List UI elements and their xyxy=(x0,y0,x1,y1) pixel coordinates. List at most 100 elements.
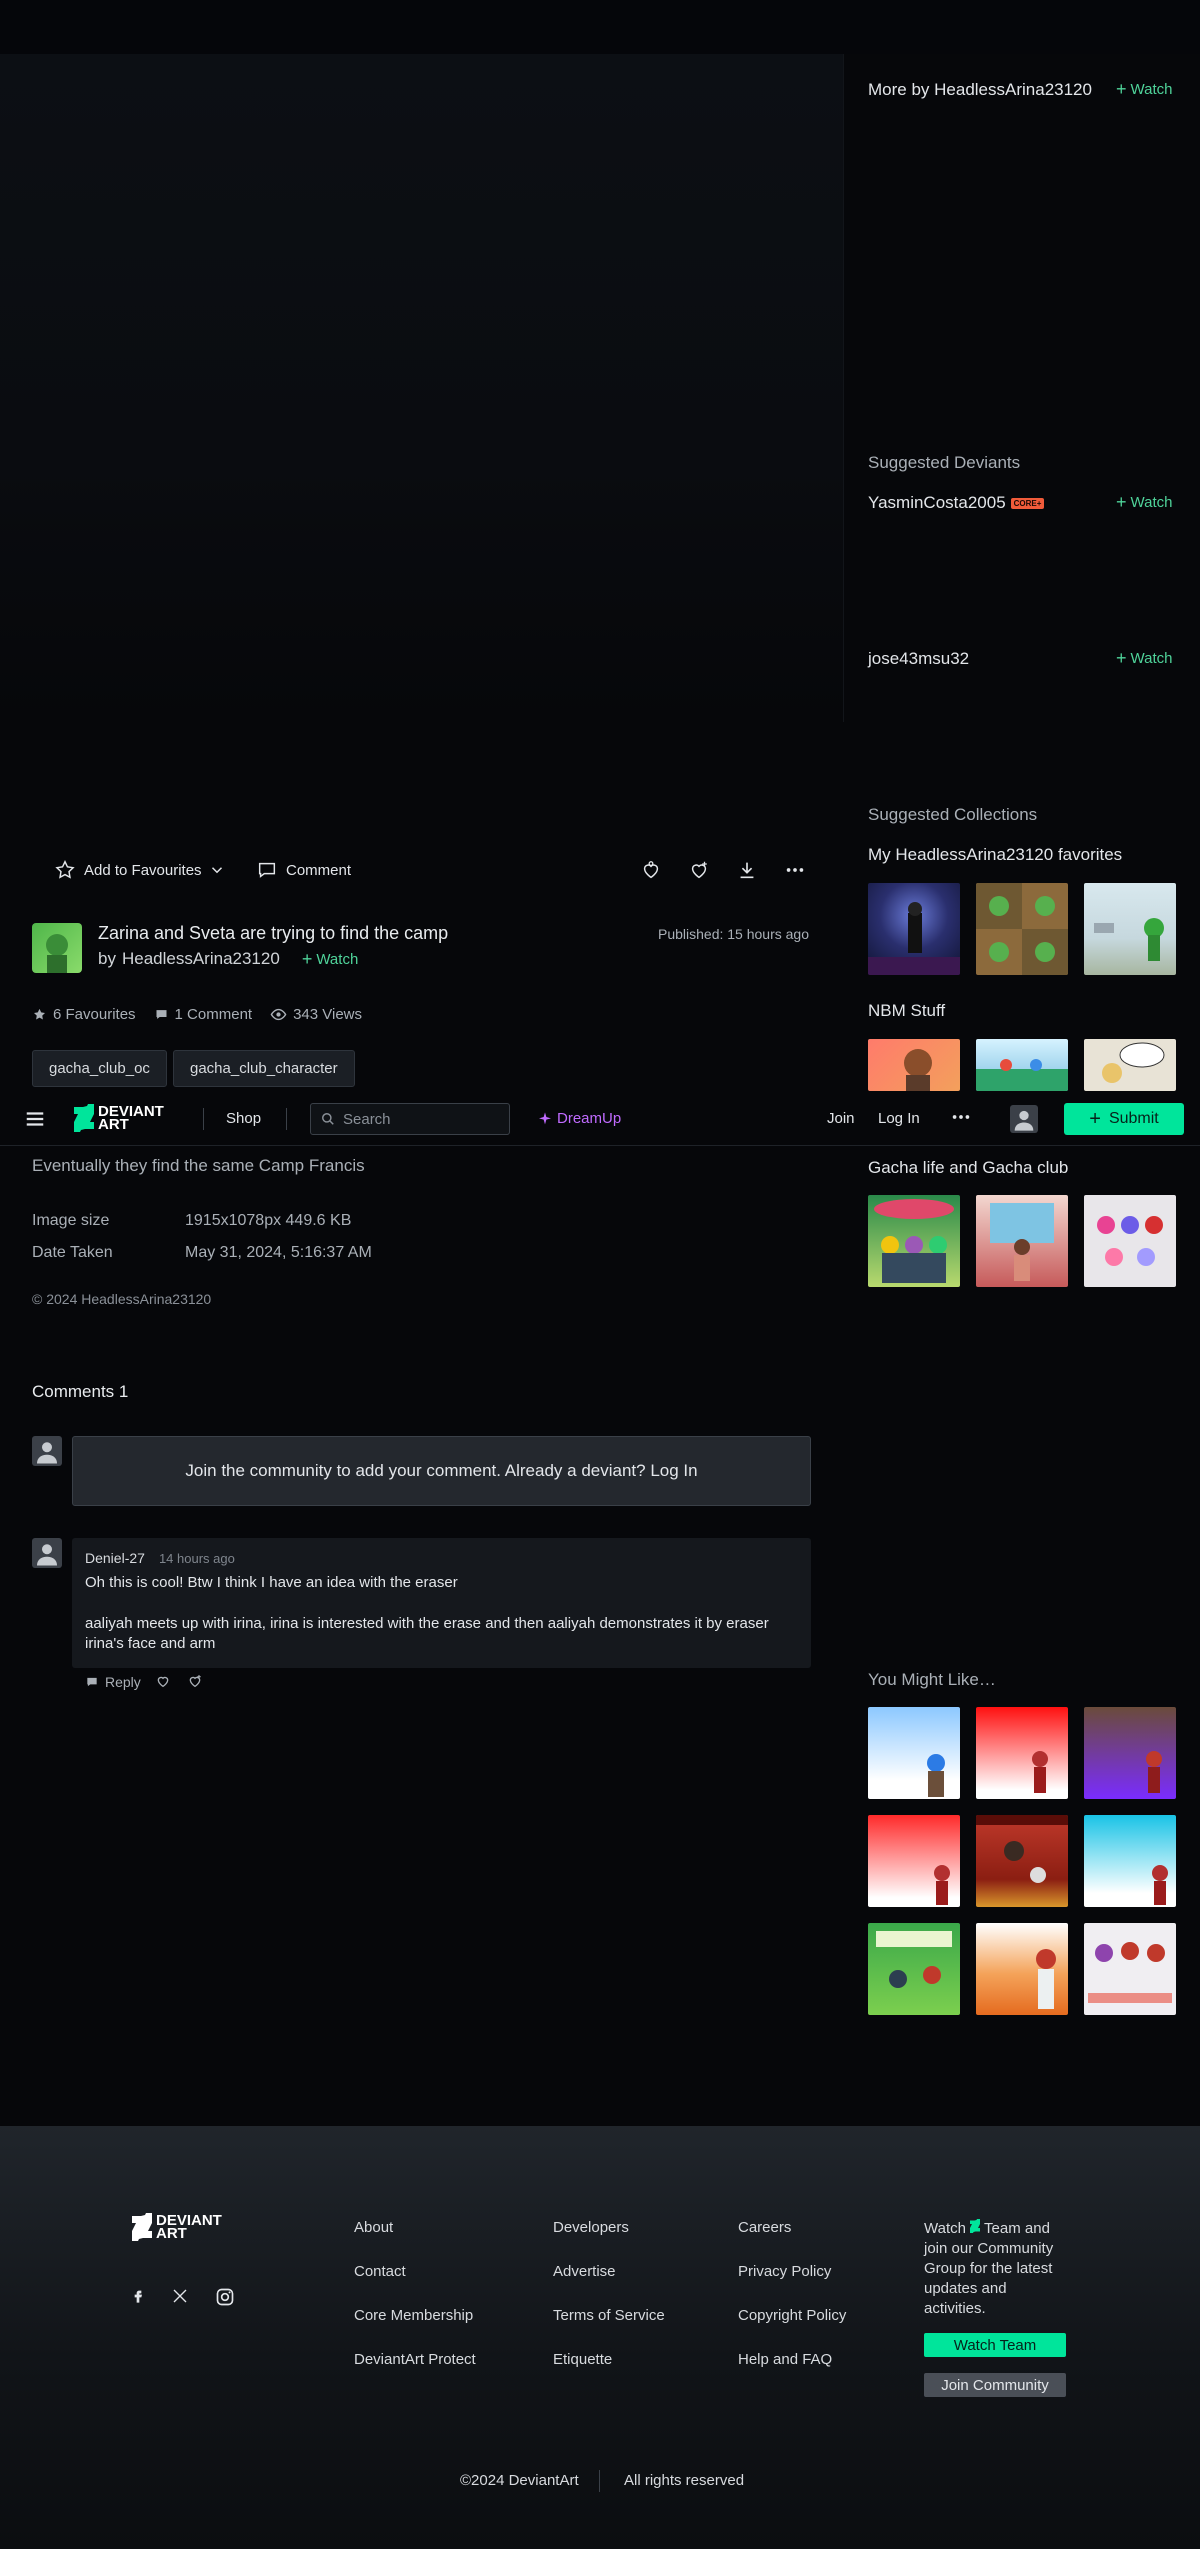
x-twitter-link[interactable] xyxy=(172,2288,188,2308)
footer-etiquette[interactable]: Etiquette xyxy=(553,2351,612,2368)
footer-contact[interactable]: Contact xyxy=(354,2263,406,2280)
nav-divider xyxy=(286,1108,287,1130)
commenter-avatar[interactable] xyxy=(32,1538,62,1568)
join-community-button[interactable]: Join Community xyxy=(924,2373,1066,2397)
footer-deviantart-protect[interactable]: DeviantArt Protect xyxy=(354,2351,476,2368)
submit-button[interactable]: + Submit xyxy=(1064,1103,1184,1135)
suggestion-thumb-7[interactable] xyxy=(868,1923,960,2015)
download-button[interactable] xyxy=(736,859,758,885)
suggestion-thumb-8[interactable] xyxy=(976,1923,1068,2015)
footer-core-membership[interactable]: Core Membership xyxy=(354,2307,473,2324)
dreamup-link[interactable]: DreamUp xyxy=(537,1110,621,1127)
deviantart-logo-icon xyxy=(132,2213,152,2241)
collection-3-thumb-3[interactable] xyxy=(1084,1195,1176,1287)
comment-icon xyxy=(156,1010,167,1019)
download-icon xyxy=(740,862,754,879)
footer-careers[interactable]: Careers xyxy=(738,2219,791,2236)
suggestion-thumb-4[interactable] xyxy=(868,1815,960,1907)
footer-privacy[interactable]: Privacy Policy xyxy=(738,2263,831,2280)
heart-plus-icon xyxy=(189,1675,201,1688)
deviation-image-stage[interactable] xyxy=(0,54,843,722)
collection-1-thumb-3[interactable] xyxy=(1084,883,1176,975)
comment-line-2: aaliyah meets up with irina, irina is in… xyxy=(85,1615,769,1652)
footer-copyright-policy[interactable]: Copyright Policy xyxy=(738,2307,846,2324)
group-characters-icon xyxy=(874,1199,954,1283)
add-to-favourites-button[interactable]: Add to Favourites xyxy=(54,859,202,881)
group-characters-icon xyxy=(1088,1942,1172,2003)
menu-button[interactable] xyxy=(24,1108,46,1134)
footer-help[interactable]: Help and FAQ xyxy=(738,2351,832,2368)
heart-plus-icon xyxy=(691,861,707,879)
collection-2-thumb-2[interactable] xyxy=(976,1039,1068,1091)
author-avatar[interactable] xyxy=(32,923,82,973)
watch-team-button[interactable]: Watch Team xyxy=(924,2333,1066,2357)
character-figure-icon xyxy=(1032,1751,1048,1793)
comment-author[interactable]: Deniel-27 xyxy=(85,1550,145,1566)
comment-time[interactable]: 14 hours ago xyxy=(159,1551,235,1566)
character-figure-icon xyxy=(868,902,960,975)
tag-gacha-club-character[interactable]: gacha_club_character xyxy=(173,1050,355,1087)
user-avatar-icon xyxy=(37,1544,57,1566)
comment-icon xyxy=(258,862,276,878)
reply-button[interactable]: Reply xyxy=(85,1674,141,1690)
comment-gift-button[interactable] xyxy=(187,1673,203,1693)
join-link[interactable]: Join xyxy=(827,1110,855,1127)
footer-advertise[interactable]: Advertise xyxy=(553,2263,616,2280)
facebook-link[interactable] xyxy=(130,2288,146,2308)
stage-scene-icon xyxy=(976,1815,1068,1883)
collection-3-title[interactable]: Gacha life and Gacha club xyxy=(868,1158,1068,1178)
more-by-heading[interactable]: More by HeadlessArina23120 xyxy=(868,80,1092,100)
right-sidebar xyxy=(843,54,1200,722)
comment-like-button[interactable] xyxy=(155,1673,171,1693)
instagram-icon xyxy=(216,2288,234,2306)
footer-developers[interactable]: Developers xyxy=(553,2219,629,2236)
shop-link[interactable]: Shop xyxy=(226,1110,261,1127)
guest-avatar xyxy=(32,1436,62,1466)
suggestion-thumb-1[interactable] xyxy=(868,1707,960,1799)
instagram-link[interactable] xyxy=(215,2287,235,2311)
collection-3-thumb-1[interactable] xyxy=(868,1195,960,1287)
watch-deviant-2-button[interactable]: + Watch xyxy=(1116,649,1172,667)
footer-about[interactable]: About xyxy=(354,2219,393,2236)
watch-byline-button[interactable]: + Watch xyxy=(302,950,358,968)
suggestion-thumb-9[interactable] xyxy=(1084,1923,1176,2015)
character-figure-icon xyxy=(1094,918,1164,961)
footer-rights: All rights reserved xyxy=(624,2472,745,2489)
suggestion-thumb-2[interactable] xyxy=(976,1707,1068,1799)
badge-gift-button[interactable] xyxy=(640,859,662,885)
collection-2-thumb-1[interactable] xyxy=(868,1039,960,1091)
favourites-dropdown-button[interactable] xyxy=(208,861,226,883)
author-link[interactable]: HeadlessArina23120 xyxy=(122,949,280,969)
collection-2-thumb-3[interactable] xyxy=(1084,1039,1176,1091)
deviantart-logo[interactable]: DEVIANT ART xyxy=(74,1104,164,1132)
footer-logo[interactable]: DEVIANT ART xyxy=(132,2213,222,2241)
tag-gacha-club-oc[interactable]: gacha_club_oc xyxy=(32,1050,167,1087)
character-figure-icon xyxy=(1146,1751,1162,1793)
collection-1-thumb-1[interactable] xyxy=(868,883,960,975)
suggested-deviant-1[interactable]: YasminCosta2005 CORE+ xyxy=(868,493,1045,513)
search-input[interactable]: Search xyxy=(310,1103,510,1135)
suggestion-thumb-6[interactable] xyxy=(1084,1815,1176,1907)
collection-1-title[interactable]: My HeadlessArina23120 favorites xyxy=(868,845,1122,865)
suggested-deviant-2[interactable]: jose43msu32 xyxy=(868,649,969,669)
user-avatar-button[interactable] xyxy=(1010,1105,1038,1133)
collection-2-title[interactable]: NBM Stuff xyxy=(868,1001,945,1021)
collection-1-thumb-2[interactable] xyxy=(976,883,1068,975)
join-community-prompt[interactable]: Join the community to add your comment. … xyxy=(72,1436,811,1506)
watch-author-button[interactable]: + Watch xyxy=(1116,80,1172,98)
favourites-stat[interactable]: 6 Favourites xyxy=(32,1006,136,1023)
comment-button[interactable]: Comment xyxy=(256,859,351,881)
comments-stat[interactable]: 1 Comment xyxy=(154,1006,252,1023)
suggestion-thumb-5[interactable] xyxy=(976,1815,1068,1907)
footer-terms[interactable]: Terms of Service xyxy=(553,2307,665,2324)
login-link[interactable]: Log In xyxy=(878,1110,920,1127)
watch-deviant-1-button[interactable]: + Watch xyxy=(1116,493,1172,511)
comment-icon xyxy=(87,1677,97,1687)
more-options-button[interactable] xyxy=(784,859,806,885)
points-gift-button[interactable] xyxy=(688,859,710,885)
copyright-notice: © 2024 HeadlessArina23120 xyxy=(32,1291,212,1307)
nav-more-button[interactable] xyxy=(950,1106,972,1132)
collection-3-thumb-2[interactable] xyxy=(976,1195,1068,1287)
suggestion-thumb-3[interactable] xyxy=(1084,1707,1176,1799)
hamburger-menu-icon xyxy=(26,1112,44,1126)
